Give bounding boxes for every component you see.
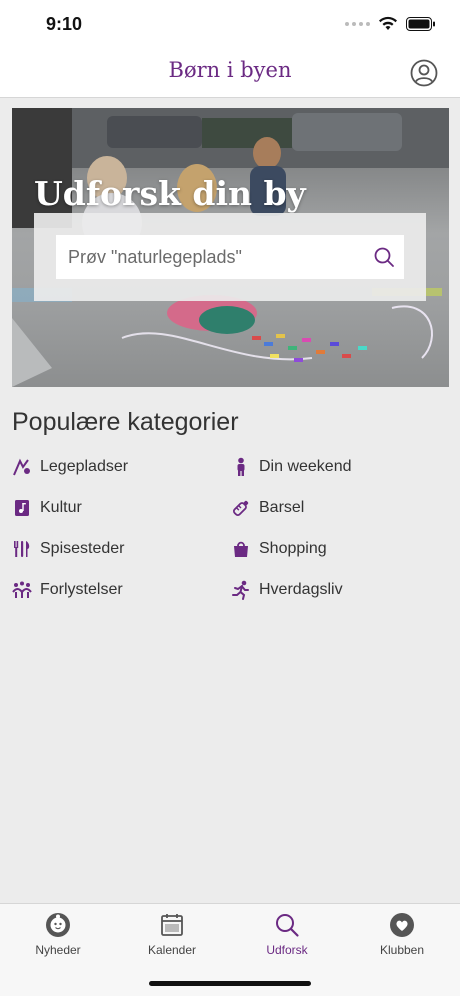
wifi-icon [379, 16, 397, 30]
baby-face-icon [46, 913, 70, 937]
signal-icon [345, 21, 370, 26]
category-label: Kultur [40, 499, 82, 516]
status-icons [345, 16, 436, 31]
category-label: Spisesteder [40, 540, 125, 557]
categories-title: Populære kategorier [12, 408, 239, 436]
category-forlystelser[interactable]: Forlystelser [12, 577, 123, 603]
category-kultur[interactable]: Kultur [12, 495, 82, 521]
search-card [34, 213, 426, 301]
category-label: Shopping [259, 540, 327, 557]
shopping-bag-icon [234, 541, 248, 557]
category-label: Forlystelser [40, 581, 123, 598]
category-label: Din weekend [259, 458, 352, 475]
cutlery-icon [14, 541, 30, 557]
search-input[interactable] [56, 235, 404, 279]
tab-label: Nyheder [35, 943, 81, 957]
tab-udforsk[interactable]: Udforsk [237, 912, 337, 957]
heart-icon [390, 913, 414, 937]
running-person-icon [232, 580, 249, 600]
tab-label: Kalender [147, 943, 197, 957]
battery-icon [406, 16, 435, 31]
tab-kalender[interactable]: Kalender [122, 912, 222, 957]
baby-bottle-icon [233, 500, 249, 516]
tab-nyheder[interactable]: Nyheder [8, 912, 108, 957]
profile-icon[interactable] [410, 59, 438, 87]
child-icon [237, 457, 245, 476]
category-hverdagsliv[interactable]: Hverdagsliv [231, 577, 343, 603]
tab-label: Klubben [379, 943, 425, 957]
playground-icon [13, 458, 30, 476]
amusement-icon [12, 581, 32, 598]
category-label: Legepladser [40, 458, 129, 475]
category-din-weekend[interactable]: Din weekend [231, 454, 352, 480]
home-indicator [149, 981, 311, 986]
status-bar: 9:10 [0, 0, 460, 50]
category-barsel[interactable]: Barsel [231, 495, 304, 521]
tab-klubben[interactable]: Klubben [352, 912, 452, 957]
category-label: Hverdagsliv [259, 581, 343, 598]
status-time: 9:10 [46, 14, 83, 34]
search-icon[interactable] [373, 246, 395, 268]
calendar-icon [161, 914, 183, 936]
app-title: Børn i byen [168, 58, 292, 82]
category-spisesteder[interactable]: Spisesteder [12, 536, 125, 562]
hero-banner: Udforsk din by [12, 108, 449, 387]
hero-title: Udforsk din by [34, 174, 306, 213]
search-icon [276, 914, 299, 937]
tab-label: Udforsk [266, 943, 308, 957]
music-book-icon [15, 500, 29, 516]
category-label: Barsel [259, 499, 305, 516]
category-legepladser[interactable]: Legepladser [12, 454, 128, 480]
app-header: Børn i byen [0, 50, 460, 98]
category-shopping[interactable]: Shopping [231, 536, 327, 562]
